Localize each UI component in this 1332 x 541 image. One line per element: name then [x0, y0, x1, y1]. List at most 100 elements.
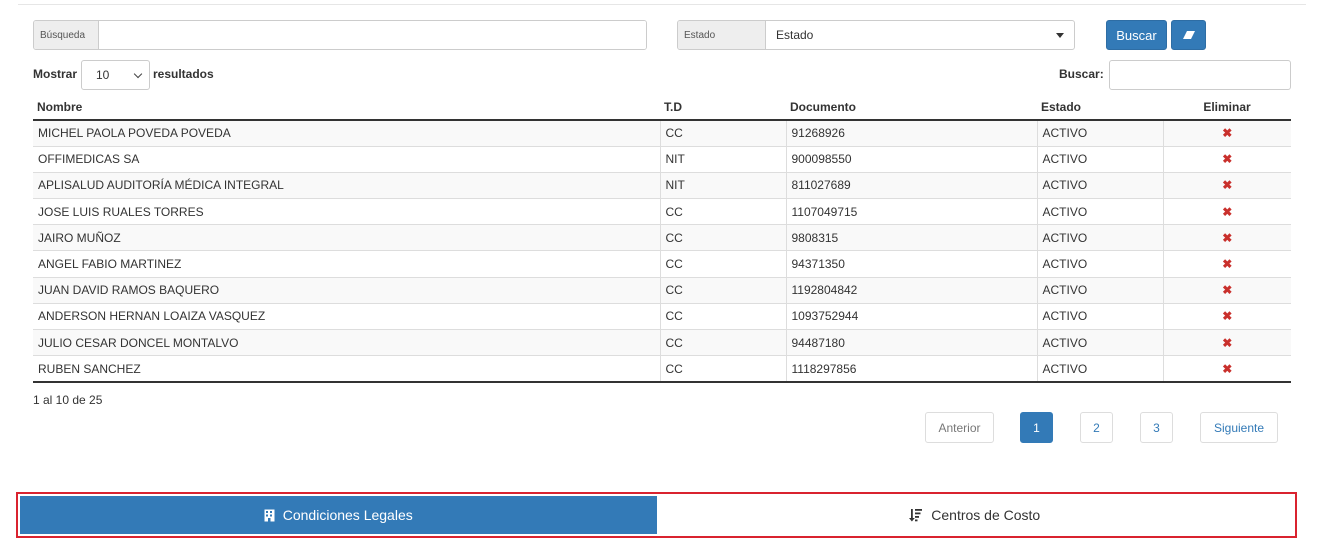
table-row: OFFIMEDICAS SA NIT 900098550 ACTIVO ✖: [33, 145, 1291, 173]
cell-estado: ACTIVO: [1037, 276, 1164, 304]
cell-documento: 1118297856: [786, 355, 1038, 383]
cell-nombre: OFFIMEDICAS SA: [33, 145, 661, 173]
cell-nombre: JOSE LUIS RUALES TORRES: [33, 198, 661, 225]
cell-td: CC: [660, 276, 787, 304]
cell-nombre: MICHEL PAOLA POVEDA POVEDA: [33, 119, 661, 147]
cell-documento: 811027689: [786, 171, 1038, 199]
cell-eliminar: ✖: [1163, 145, 1291, 173]
tab-condiciones-legales-label: Condiciones Legales: [282, 507, 413, 523]
cell-documento: 9808315: [786, 224, 1038, 251]
header-td[interactable]: T.D: [660, 94, 786, 121]
cell-estado: ACTIVO: [1037, 355, 1164, 383]
filter-label: Buscar:: [1059, 67, 1104, 81]
cell-documento: 94371350: [786, 250, 1038, 278]
estado-selected-value: Estado: [776, 28, 814, 42]
caret-down-icon: [1056, 32, 1064, 38]
buscar-button[interactable]: Buscar: [1106, 20, 1167, 50]
section-tabs: Condiciones Legales Centros de Costo: [16, 492, 1297, 538]
cell-estado: ACTIVO: [1037, 171, 1164, 199]
top-divider: [18, 4, 1306, 5]
cell-nombre: ANDERSON HERNAN LOAIZA VASQUEZ: [33, 302, 661, 330]
remove-icon[interactable]: ✖: [1222, 283, 1232, 297]
header-documento[interactable]: Documento: [786, 94, 1037, 121]
cell-eliminar: ✖: [1163, 198, 1291, 225]
cell-td: CC: [660, 355, 787, 383]
cell-eliminar: ✖: [1163, 171, 1291, 199]
building-icon: [264, 509, 275, 522]
remove-icon[interactable]: ✖: [1222, 257, 1232, 271]
remove-icon[interactable]: ✖: [1222, 152, 1232, 166]
pagination-page-1[interactable]: 1: [1020, 412, 1053, 443]
remove-icon[interactable]: ✖: [1222, 336, 1232, 350]
table-row: ANDERSON HERNAN LOAIZA VASQUEZ CC 10937529…: [33, 302, 1291, 330]
cell-estado: ACTIVO: [1037, 119, 1164, 147]
busqueda-input[interactable]: [99, 21, 646, 49]
cell-td: CC: [660, 198, 787, 225]
cell-td: CC: [660, 328, 787, 356]
table-row: JOSE LUIS RUALES TORRES CC 1107049715 ACTIV…: [33, 198, 1291, 225]
header-estado[interactable]: Estado: [1037, 94, 1163, 121]
cell-nombre: APLISALUD AUDITORÍA MÉDICA INTEGRAL: [33, 171, 661, 199]
cell-estado: ACTIVO: [1037, 328, 1164, 356]
filter-input[interactable]: [1109, 60, 1291, 90]
pagination-page-2[interactable]: 2: [1080, 412, 1113, 443]
cell-nombre: ANGEL FABIO MARTINEZ: [33, 250, 661, 278]
remove-icon[interactable]: ✖: [1222, 231, 1232, 245]
sort-amount-icon: [909, 509, 923, 522]
table-row: APLISALUD AUDITORÍA MÉDICA INTEGRAL NIT 81…: [33, 171, 1291, 199]
cell-estado: ACTIVO: [1037, 145, 1164, 173]
chevron-down-icon: [133, 69, 143, 78]
cell-td: CC: [660, 302, 787, 330]
remove-icon[interactable]: ✖: [1222, 205, 1232, 219]
results-table: Nombre T.D Documento Estado Eliminar MIC…: [33, 94, 1291, 383]
pagination-next[interactable]: Siguiente: [1200, 412, 1278, 443]
cell-eliminar: ✖: [1163, 119, 1291, 147]
cell-eliminar: ✖: [1163, 224, 1291, 251]
cell-documento: 1192804842: [786, 276, 1038, 304]
cell-estado: ACTIVO: [1037, 198, 1164, 225]
cell-eliminar: ✖: [1163, 302, 1291, 330]
header-nombre[interactable]: Nombre: [33, 94, 660, 121]
cell-nombre: JAIRO MUÑOZ: [33, 224, 661, 251]
cell-estado: ACTIVO: [1037, 302, 1164, 330]
page-length-value: 10: [96, 68, 110, 82]
table-row: MICHEL PAOLA POVEDA POVEDA CC 91268926 ACTI…: [33, 119, 1291, 147]
remove-icon[interactable]: ✖: [1222, 362, 1232, 376]
header-eliminar: Eliminar: [1163, 94, 1291, 121]
cell-documento: 1107049715: [786, 198, 1038, 225]
eraser-icon: [1182, 31, 1195, 39]
cell-documento: 900098550: [786, 145, 1038, 173]
tab-centros-de-costo[interactable]: Centros de Costo: [656, 496, 1293, 534]
cell-td: CC: [660, 250, 787, 278]
remove-icon[interactable]: ✖: [1222, 178, 1232, 192]
remove-icon[interactable]: ✖: [1222, 126, 1232, 140]
cell-eliminar: ✖: [1163, 328, 1291, 356]
pagination-page-3[interactable]: 3: [1140, 412, 1173, 443]
cell-estado: ACTIVO: [1037, 224, 1164, 251]
tab-centros-de-costo-label: Centros de Costo: [931, 507, 1041, 523]
cell-eliminar: ✖: [1163, 355, 1291, 383]
estado-select[interactable]: Estado: [766, 21, 1074, 49]
cell-documento: 1093752944: [786, 302, 1038, 330]
cell-td: CC: [660, 119, 787, 147]
cell-nombre: JULIO CESAR DONCEL MONTALVO: [33, 328, 661, 356]
mostrar-label: Mostrar: [33, 67, 78, 81]
table-row: JULIO CESAR DONCEL MONTALVO CC 94487180 ACT…: [33, 328, 1291, 356]
clear-filters-button[interactable]: [1171, 20, 1206, 50]
cell-td: CC: [660, 224, 787, 251]
remove-icon[interactable]: ✖: [1222, 309, 1232, 323]
table-row: JUAN DAVID RAMOS BAQUERO CC 1192804842 ACTI…: [33, 276, 1291, 304]
tab-condiciones-legales[interactable]: Condiciones Legales: [20, 496, 657, 534]
cell-eliminar: ✖: [1163, 276, 1291, 304]
pagination-previous[interactable]: Anterior: [925, 412, 994, 443]
table-info: 1 al 10 de 25: [33, 393, 103, 407]
estado-input-group: Estado Estado: [677, 20, 1075, 50]
page-length-select[interactable]: 10: [81, 60, 150, 90]
busqueda-label: Búsqueda: [34, 21, 99, 49]
cell-eliminar: ✖: [1163, 250, 1291, 278]
estado-label: Estado: [678, 21, 766, 49]
resultados-label: resultados: [153, 67, 214, 81]
cell-documento: 94487180: [786, 328, 1038, 356]
busqueda-input-group: Búsqueda: [33, 20, 647, 50]
table-header-row: Nombre T.D Documento Estado Eliminar: [33, 94, 1291, 121]
